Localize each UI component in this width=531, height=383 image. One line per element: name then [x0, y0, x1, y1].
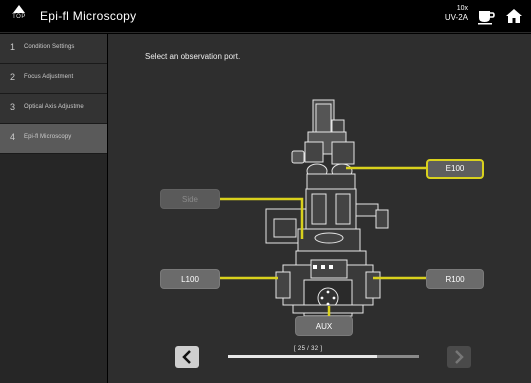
up-arrow-icon [13, 5, 25, 13]
sidebar-item-epi-fl-microscopy[interactable]: 4 Epi-fl Microscopy [0, 124, 107, 154]
app-title: Epi-fl Microscopy [40, 9, 137, 23]
step-sidebar: 1 Condition Settings 2 Focus Adjustment … [0, 34, 107, 383]
e100-port-button[interactable]: E100 [426, 159, 484, 179]
top-label: TOP [12, 14, 26, 20]
home-icon[interactable] [505, 7, 525, 27]
top-bar: TOP Epi-fl Microscopy 10x UV-2A [0, 0, 531, 33]
magnification-value: 10x [456, 5, 468, 12]
sidebar-item-focus-adjustment[interactable]: 2 Focus Adjustment [0, 64, 107, 94]
sidebar-item-condition-settings[interactable]: 1 Condition Settings [0, 34, 107, 64]
top-button[interactable]: TOP [6, 3, 32, 30]
r100-port-button[interactable]: R100 [426, 269, 484, 289]
step-label: Focus Adjustment [24, 74, 74, 80]
step-number: 4 [10, 132, 16, 142]
step-label: Epi-fl Microscopy [24, 134, 72, 140]
step-number: 3 [10, 102, 16, 112]
chevron-left-icon [182, 350, 191, 364]
chevron-right-icon [455, 350, 464, 364]
sidebar-item-optical-axis-adjustment[interactable]: 3 Optical Axis Adjustme [0, 94, 107, 124]
previous-button[interactable] [175, 346, 199, 368]
step-label: Condition Settings [24, 44, 75, 50]
objective-name: UV-2A [444, 13, 468, 22]
cup-icon[interactable] [476, 7, 496, 27]
aux-port-button[interactable]: AUX [295, 316, 353, 336]
l100-port-button[interactable]: L100 [160, 269, 220, 289]
progress-fill [228, 355, 377, 358]
side-port-button[interactable]: Side [160, 189, 220, 209]
page-indicator: [ 25 / 32 ] [294, 346, 323, 352]
step-number: 1 [10, 42, 16, 52]
main-panel: Select an observation port. E100 Side L1… [108, 34, 531, 383]
step-label: Optical Axis Adjustme [24, 104, 84, 110]
objective-indicator: 10x UV-2A [438, 5, 468, 29]
step-number: 2 [10, 72, 16, 82]
next-button[interactable] [447, 346, 471, 368]
progress-bar [228, 355, 419, 358]
